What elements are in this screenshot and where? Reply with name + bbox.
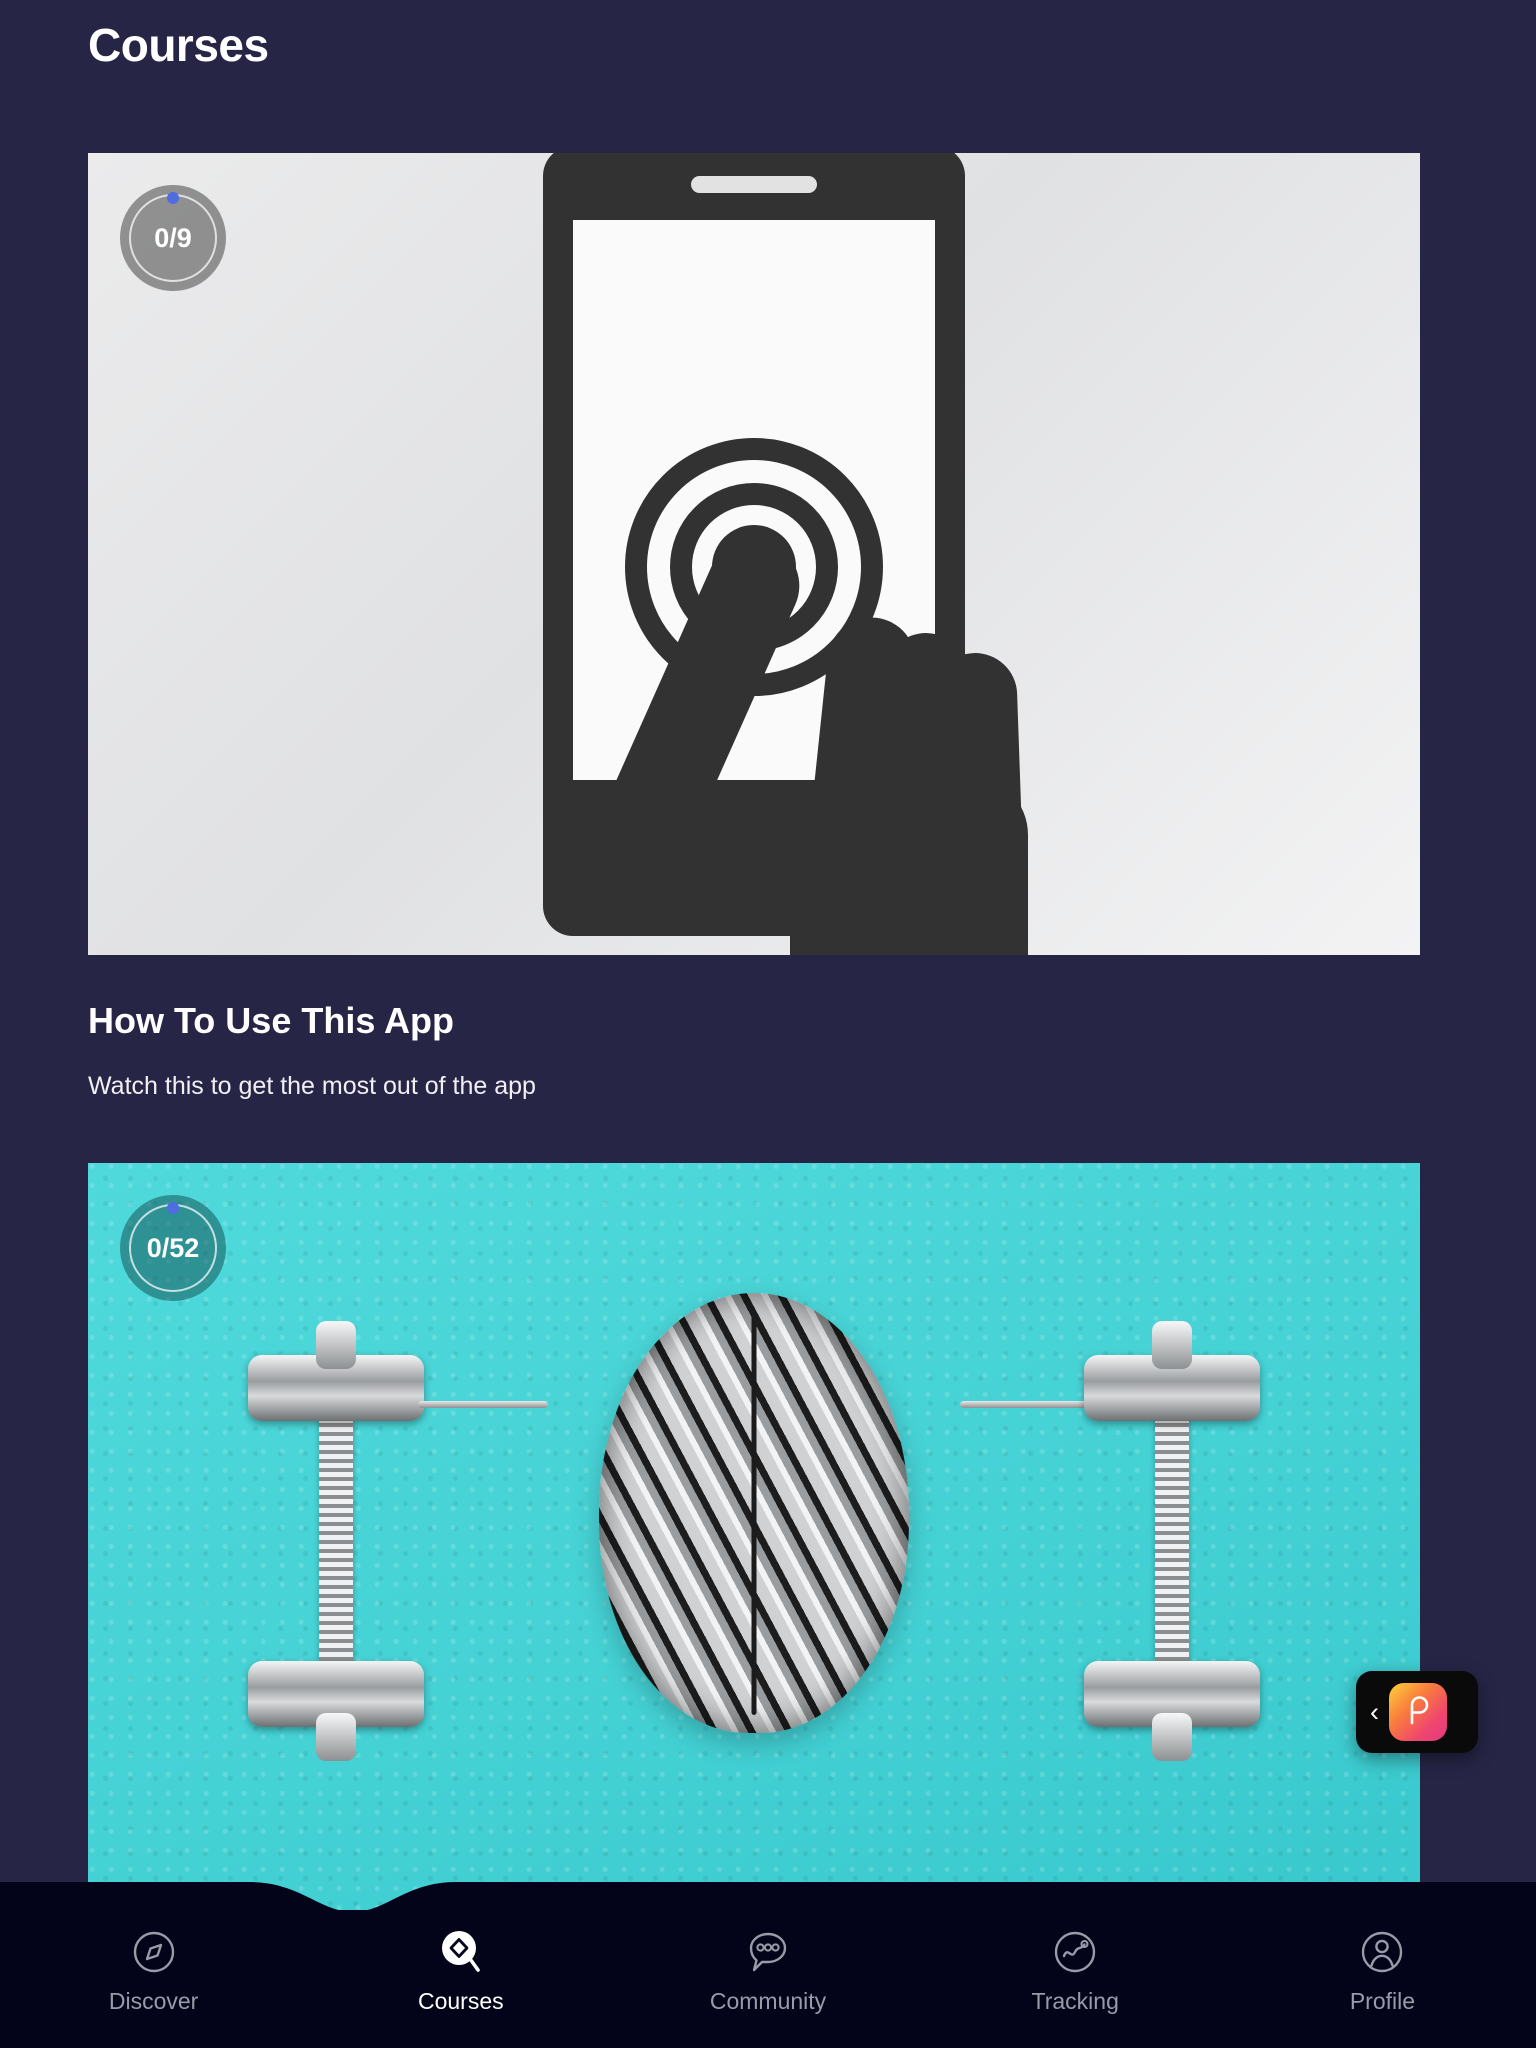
nav-label-courses: Courses xyxy=(417,1988,504,2014)
course-progress-badge-1: 0/9 xyxy=(120,185,226,291)
gem-search-icon xyxy=(435,1926,487,1978)
course-progress-badge-2: 0/52 xyxy=(120,1195,226,1301)
connector-right xyxy=(960,1401,1090,1408)
nav-item-community[interactable]: Community xyxy=(614,1910,921,2015)
app-screen: Courses 0/9 How To Use This App Watch th… xyxy=(0,0,1536,2048)
page-title: Courses xyxy=(88,19,269,71)
dumbbell-right xyxy=(1072,1321,1272,1761)
nav-label-tracking: Tracking xyxy=(1031,1988,1119,2014)
chevron-left-icon[interactable]: ‹ xyxy=(1366,1698,1379,1726)
phone-speaker xyxy=(691,176,817,193)
bottom-navigation-bar: Discover Courses Community Tracking Prof… xyxy=(0,1882,1536,2048)
course-title-1[interactable]: How To Use This App xyxy=(88,1000,454,1042)
nav-item-tracking[interactable]: Tracking xyxy=(922,1910,1229,2015)
nav-item-courses[interactable]: Courses xyxy=(307,1910,614,2015)
floating-widget[interactable]: ‹ xyxy=(1356,1671,1478,1753)
dumbbell-left xyxy=(236,1321,436,1761)
nav-item-discover[interactable]: Discover xyxy=(0,1910,307,2015)
hand-cursor-illustration xyxy=(607,525,1030,955)
nav-items-container: Discover Courses Community Tracking Prof… xyxy=(0,1910,1536,2048)
course-subtitle-1: Watch this to get the most out of the ap… xyxy=(88,1072,536,1100)
nav-label-discover: Discover xyxy=(108,1988,199,2014)
course-card-thumbnail-2[interactable]: 0/52 xyxy=(88,1163,1420,1913)
connector-left xyxy=(418,1401,548,1408)
progress-marker-dot-2 xyxy=(167,1202,179,1214)
progress-marker-dot-1 xyxy=(167,192,179,204)
progress-label-2: 0/52 xyxy=(146,1232,200,1263)
progress-label-1: 0/9 xyxy=(154,222,192,253)
activity-chart-icon xyxy=(1049,1926,1101,1978)
nav-item-profile[interactable]: Profile xyxy=(1229,1910,1536,2015)
nav-label-profile: Profile xyxy=(1349,1988,1416,2014)
brain-illustration xyxy=(599,1293,909,1733)
course-card-thumbnail-1[interactable]: 0/9 xyxy=(88,153,1420,955)
compass-icon xyxy=(128,1926,180,1978)
heart-p-app-icon[interactable] xyxy=(1389,1683,1447,1741)
person-icon xyxy=(1356,1926,1408,1978)
chat-bubble-icon xyxy=(742,1926,794,1978)
nav-label-community: Community xyxy=(709,1988,827,2014)
